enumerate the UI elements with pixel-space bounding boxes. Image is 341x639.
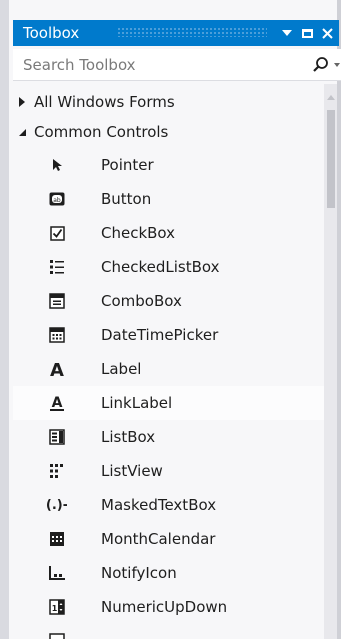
toolbox-window: Toolbox All Windows Forms Common Contro [0,0,341,639]
toolbox-item-label: Label [101,360,142,378]
toolbox-list: All Windows Forms Common Controls Pointe… [13,84,324,639]
toolbox-item-label: NumericUpDown [101,598,228,616]
linklabel-icon: A [47,393,67,413]
search-icon[interactable] [312,56,330,74]
svg-text:A: A [50,360,64,378]
search-options-dropdown-icon[interactable] [334,63,340,67]
maximize-button[interactable] [296,20,318,46]
partial-item-icon [47,631,67,639]
toolbox-title: Toolbox [23,24,80,42]
maximize-icon [301,28,313,38]
toolbox-item-partial[interactable] [13,624,324,639]
category-label: Common Controls [34,123,169,141]
toolbox-item-label: Button [101,190,152,208]
search-box [13,49,341,81]
scrollbar-thumb[interactable] [327,110,335,208]
toolbox-item-checkedlistbox[interactable]: CheckedListBox [13,250,324,284]
toolbox-item-label: ListView [101,462,163,480]
combobox-icon [47,291,67,311]
notifyicon-icon [47,563,67,583]
toolbox-item-label: CheckBox [101,224,176,242]
category-label: All Windows Forms [34,93,175,111]
toolbox-item-linklabel[interactable]: A LinkLabel [13,386,324,420]
close-button[interactable] [316,20,338,46]
checkbox-icon [47,223,67,243]
svg-text:(.)-: (.)- [47,498,67,513]
drag-grip[interactable] [117,27,267,37]
category-all-windows-forms[interactable]: All Windows Forms [13,86,324,118]
monthcalendar-icon [47,529,67,549]
chevron-down-icon [282,30,292,36]
toolbox-item-numericupdown[interactable]: 1 NumericUpDown [13,590,324,624]
toolbox-titlebar[interactable]: Toolbox [13,20,339,46]
toolbox-item-label: NotifyIcon [101,564,177,582]
toolbox-item-label: LinkLabel [101,394,173,412]
toolbox-item-pointer[interactable]: Pointer [13,148,324,182]
window-position-dropdown-button[interactable] [276,20,298,46]
checkedlistbox-icon [47,257,67,277]
toolbox-item-label: ListBox [101,428,156,446]
toolbox-item-maskedtextbox[interactable]: (.)- MaskedTextBox [13,488,324,522]
toolbox-item-label: DateTimePicker [101,326,219,344]
toolbox-item-combobox[interactable]: ComboBox [13,284,324,318]
datetimepicker-icon [47,325,67,345]
button-icon: ab [47,189,67,209]
pointer-icon [47,155,67,175]
category-common-controls[interactable]: Common Controls [13,116,324,148]
listbox-icon [47,427,67,447]
listview-icon [47,461,67,481]
toolbox-item-datetimepicker[interactable]: DateTimePicker [13,318,324,352]
toolbox-item-label: ComboBox [101,292,182,310]
svg-text:A: A [52,395,63,411]
chevron-down-icon[interactable] [19,129,26,136]
window-edge-right [337,0,341,639]
search-input[interactable] [13,49,303,80]
toolbox-item-label: Pointer [101,156,154,174]
svg-text:1: 1 [52,604,58,613]
toolbox-item-listview[interactable]: ListView [13,454,324,488]
toolbox-item-label: MonthCalendar [101,530,216,548]
toolbox-item-button[interactable]: ab Button [13,182,324,216]
toolbox-item-checkbox[interactable]: CheckBox [13,216,324,250]
toolbox-item-listbox[interactable]: ListBox [13,420,324,454]
toolbox-item-notifyicon[interactable]: NotifyIcon [13,556,324,590]
toolbox-item-label-control[interactable]: A Label [13,352,324,386]
numericupdown-icon: 1 [47,597,67,617]
scroll-up-arrow-icon[interactable] [327,95,335,100]
toolbox-item-label: CheckedListBox [101,258,220,276]
close-icon [321,27,333,39]
label-icon: A [47,359,67,379]
svg-text:ab: ab [53,197,61,204]
chevron-right-icon[interactable] [19,97,25,107]
toolbox-item-label: MaskedTextBox [101,496,217,514]
window-edge [0,0,9,639]
toolbox-item-monthcalendar[interactable]: MonthCalendar [13,522,324,556]
maskedtextbox-icon: (.)- [47,495,67,515]
